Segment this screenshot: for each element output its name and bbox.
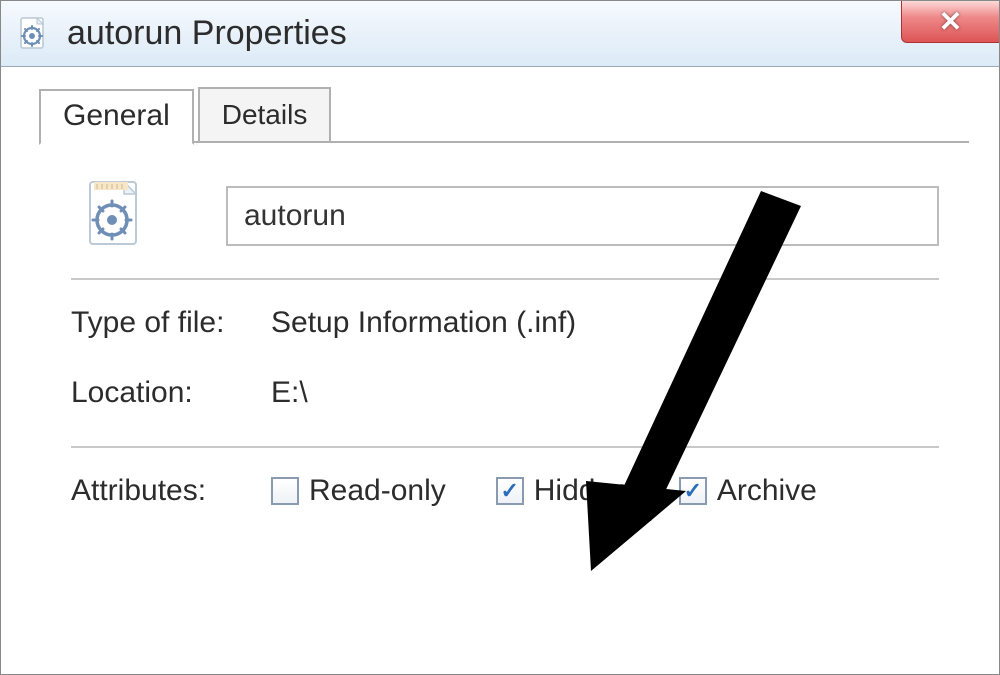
archive-checkbox[interactable]	[679, 477, 707, 505]
readonly-checkbox[interactable]	[271, 477, 299, 505]
attributes-row: Attributes: Read-only Hidden Archive	[71, 474, 939, 508]
tab-strip: General Details	[39, 87, 969, 143]
properties-dialog: autorun Properties ✕ General Details	[0, 0, 1000, 675]
filename-row	[71, 173, 939, 258]
hidden-label: Hidden	[534, 474, 629, 508]
attributes-label: Attributes:	[71, 474, 271, 508]
window-title: autorun Properties	[67, 14, 347, 53]
tab-general[interactable]: General	[39, 89, 194, 145]
tab-details[interactable]: Details	[198, 87, 332, 141]
attribute-readonly: Read-only	[271, 474, 446, 508]
filename-input[interactable]	[226, 186, 939, 246]
close-button[interactable]: ✕	[901, 1, 999, 43]
divider	[71, 278, 939, 280]
attribute-hidden: Hidden	[496, 474, 629, 508]
location-value: E:\	[271, 376, 308, 410]
divider	[71, 446, 939, 448]
archive-label: Archive	[717, 474, 817, 508]
hidden-checkbox[interactable]	[496, 477, 524, 505]
general-panel: Type of file: Setup Information (.inf) L…	[31, 143, 969, 508]
type-row: Type of file: Setup Information (.inf)	[71, 306, 939, 340]
type-of-file-label: Type of file:	[71, 306, 271, 340]
dialog-content: General Details	[1, 67, 999, 508]
close-icon: ✕	[939, 5, 962, 38]
titlebar[interactable]: autorun Properties ✕	[1, 1, 999, 67]
location-label: Location:	[71, 376, 271, 410]
file-type-icon	[13, 14, 53, 54]
file-large-icon	[71, 173, 156, 258]
location-row: Location: E:\	[71, 376, 939, 410]
type-of-file-value: Setup Information (.inf)	[271, 306, 576, 340]
attribute-archive: Archive	[679, 474, 817, 508]
readonly-label: Read-only	[309, 474, 446, 508]
